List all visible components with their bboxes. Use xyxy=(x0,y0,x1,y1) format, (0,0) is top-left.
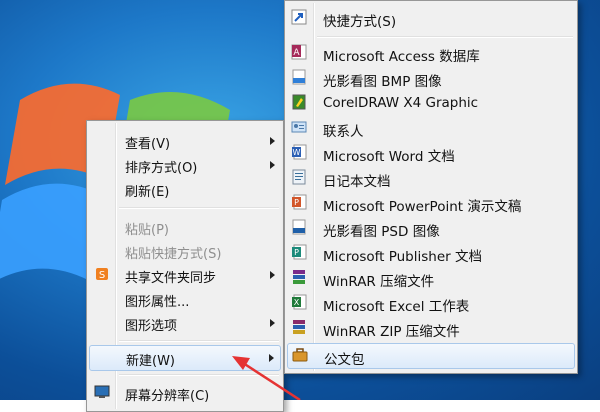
menu-item-graphics-options[interactable]: 图形选项 xyxy=(89,311,281,335)
menu-item-label: Microsoft Publisher 文档 xyxy=(323,249,482,265)
menu-item-paste-shortcut: 粘贴快捷方式(S) xyxy=(89,239,281,263)
coreldraw-icon xyxy=(292,94,306,110)
submenu-item-excel[interactable]: X Microsoft Excel 工作表 xyxy=(287,291,575,315)
submenu-arrow-icon xyxy=(270,319,275,327)
svg-text:X: X xyxy=(294,298,300,307)
winrar-zip-icon xyxy=(293,320,305,334)
menu-item-view[interactable]: 查看(V) xyxy=(89,129,281,153)
menu-item-label: 查看(V) xyxy=(125,137,171,152)
monitor-icon xyxy=(94,385,110,398)
menu-item-label: WinRAR 压缩文件 xyxy=(323,274,435,290)
submenu-item-journal[interactable]: 日记本文档 xyxy=(287,166,575,190)
menu-item-label: 联系人 xyxy=(323,124,364,140)
winrar-icon xyxy=(293,270,305,284)
word-icon: W xyxy=(292,144,307,160)
menu-item-label: 粘贴快捷方式(S) xyxy=(125,247,222,262)
menu-item-label: WinRAR ZIP 压缩文件 xyxy=(323,324,460,340)
journal-icon xyxy=(292,169,306,185)
menu-item-label: 图形属性... xyxy=(125,295,190,310)
psd-icon xyxy=(292,219,306,235)
svg-text:P: P xyxy=(294,248,299,257)
submenu-arrow-icon xyxy=(270,161,275,169)
menu-item-label: 公文包 xyxy=(324,352,365,368)
menu-item-label: 快捷方式(S) xyxy=(323,14,397,30)
menu-item-label: 排序方式(O) xyxy=(125,161,198,176)
desktop-context-menu: 查看(V) 排序方式(O) 刷新(E) 粘贴(P) 粘贴快捷方式(S) S 共享… xyxy=(86,120,284,412)
submenu-item-briefcase[interactable]: 公文包 xyxy=(287,343,575,369)
menu-item-label: 屏幕分辨率(C) xyxy=(125,389,210,404)
menu-item-label: 粘贴(P) xyxy=(125,223,169,238)
svg-text:S: S xyxy=(99,270,105,281)
submenu-arrow-icon xyxy=(270,271,275,279)
menu-item-new[interactable]: 新建(W) xyxy=(89,345,281,371)
sync-icon: S xyxy=(96,268,108,281)
submenu-item-bmp[interactable]: 光影看图 BMP 图像 xyxy=(287,66,575,90)
submenu-item-psd[interactable]: 光影看图 PSD 图像 xyxy=(287,216,575,240)
menu-separator xyxy=(317,36,573,38)
svg-text:A: A xyxy=(293,48,300,58)
svg-text:P: P xyxy=(294,198,299,207)
menu-item-label: 光影看图 BMP 图像 xyxy=(323,74,442,90)
menu-separator xyxy=(119,207,279,209)
menu-item-graphics-properties[interactable]: 图形属性... xyxy=(89,287,281,311)
svg-text:W: W xyxy=(293,148,301,157)
menu-item-label: 光影看图 PSD 图像 xyxy=(323,224,440,240)
contact-icon xyxy=(291,121,307,133)
menu-item-label: CorelDRAW X4 Graphic xyxy=(323,95,479,111)
menu-item-label: 图形选项 xyxy=(125,319,178,334)
menu-item-paste: 粘贴(P) xyxy=(89,215,281,239)
submenu-item-contact[interactable]: 联系人 xyxy=(287,116,575,140)
menu-item-label: 共享文件夹同步 xyxy=(125,271,217,286)
bmp-icon xyxy=(292,69,306,85)
menu-item-screen-resolution[interactable]: 屏幕分辨率(C) xyxy=(89,381,281,405)
menu-item-label: Microsoft Word 文档 xyxy=(323,149,455,165)
submenu-item-access[interactable]: A Microsoft Access 数据库 xyxy=(287,41,575,65)
submenu-item-word[interactable]: W Microsoft Word 文档 xyxy=(287,141,575,165)
submenu-arrow-icon xyxy=(270,137,275,145)
publisher-icon: P xyxy=(292,244,307,260)
submenu-item-shortcut[interactable]: 快捷方式(S) xyxy=(287,6,575,30)
briefcase-icon xyxy=(292,348,308,362)
excel-icon: X xyxy=(292,294,307,310)
shortcut-icon xyxy=(291,9,307,25)
submenu-item-winrar-zip[interactable]: WinRAR ZIP 压缩文件 xyxy=(287,316,575,340)
menu-item-label: Microsoft PowerPoint 演示文稿 xyxy=(323,199,522,215)
menu-item-label: 新建(W) xyxy=(126,354,175,369)
submenu-item-winrar[interactable]: WinRAR 压缩文件 xyxy=(287,266,575,290)
menu-item-shared-folder-sync[interactable]: S 共享文件夹同步 xyxy=(89,263,281,287)
submenu-item-coreldraw[interactable]: CorelDRAW X4 Graphic xyxy=(287,91,575,115)
menu-separator xyxy=(119,340,279,342)
submenu-arrow-icon xyxy=(269,354,274,362)
menu-item-label: Microsoft Access 数据库 xyxy=(323,49,480,65)
access-icon: A xyxy=(291,44,307,60)
menu-item-sort-by[interactable]: 排序方式(O) xyxy=(89,153,281,177)
menu-item-label: 刷新(E) xyxy=(125,185,170,200)
new-submenu: 快捷方式(S) A Microsoft Access 数据库 光影看图 BMP … xyxy=(284,0,578,374)
menu-item-refresh[interactable]: 刷新(E) xyxy=(89,177,281,201)
powerpoint-icon: P xyxy=(292,194,307,210)
submenu-item-publisher[interactable]: P Microsoft Publisher 文档 xyxy=(287,241,575,265)
menu-separator xyxy=(119,374,279,376)
menu-item-label: 日记本文档 xyxy=(323,174,391,190)
submenu-item-powerpoint[interactable]: P Microsoft PowerPoint 演示文稿 xyxy=(287,191,575,215)
menu-item-label: Microsoft Excel 工作表 xyxy=(323,299,470,315)
